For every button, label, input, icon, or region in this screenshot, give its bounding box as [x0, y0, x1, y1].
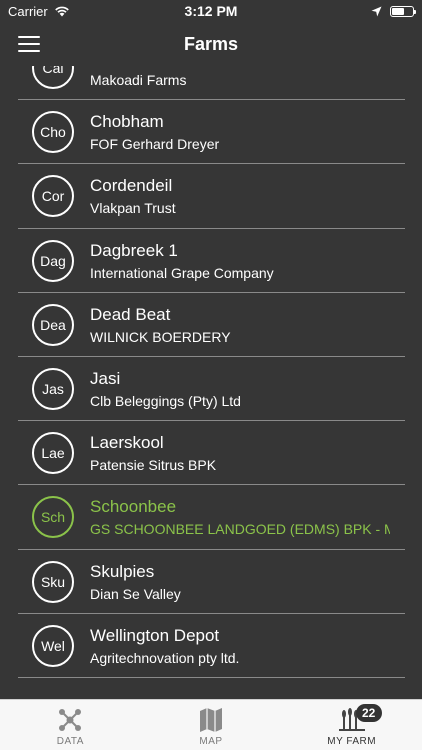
farm-row-text: Dagbreek 1 International Grape Company	[90, 241, 390, 281]
farm-name: Dead Beat	[90, 304, 171, 324]
battery-icon	[390, 5, 416, 17]
nav-bar: Farms	[0, 22, 422, 66]
farm-avatar: Sch	[32, 496, 74, 539]
farm-owner: FOF Gerhard Dreyer	[90, 136, 220, 153]
farm-row[interactable]: Sch Schoonbee GS SCHOONBEE LANDGOED (EDMS)…	[0, 485, 422, 550]
farm-name: Dagbreek 1	[90, 240, 178, 260]
farm-row-text: Jasi Clb Beleggings (Pty) Ltd	[90, 369, 390, 409]
data-network-icon	[59, 709, 82, 731]
tab-map[interactable]: MAP	[141, 700, 282, 750]
farm-name: Cordendeil	[90, 176, 173, 196]
farm-avatar: Cho	[32, 111, 74, 154]
tab-data[interactable]: DATA	[0, 700, 141, 750]
farm-avatar: Dea	[32, 303, 74, 346]
farm-row-text: Caledonia Makoadi Farms	[90, 66, 390, 88]
farm-owner: Patensie Sitrus BPK	[90, 457, 217, 474]
wifi-icon	[54, 6, 69, 17]
farm-row-text: Laerskool Patensie Sitrus BPK	[90, 433, 390, 473]
farm-avatar: Dag	[32, 239, 74, 282]
farm-row[interactable]: Cho Chobham FOF Gerhard Dreyer	[0, 100, 422, 165]
tab-bar: DATA MAP 22 MY FARM	[0, 699, 422, 750]
farm-owner: GS SCHOONBEE LANDGOED (EDMS) BPK - M	[90, 521, 390, 538]
farm-list-inner: Cal Caledonia Makoadi Farms Cho Chobham FOF G…	[0, 66, 422, 679]
farm-row[interactable]: Dag Dagbreek 1 International Grape Company	[0, 229, 422, 293]
farm-avatar: Sku	[32, 560, 74, 603]
farm-row[interactable]: Cor Cordendeil Vlakpan Trust	[0, 164, 422, 229]
farm-name: Skulpies	[90, 561, 155, 581]
farm-owner: International Grape Company	[90, 264, 274, 281]
farm-row-text: Dead Beat WILNICK BOERDERY	[90, 305, 390, 345]
status-left: Carrier	[8, 4, 70, 19]
farm-name: Wellington Depot	[90, 625, 220, 645]
farm-name: Chobham	[90, 112, 164, 132]
farm-name: Caledonia	[90, 66, 390, 68]
farm-row[interactable]: Lae Laerskool Patensie Sitrus BPK	[0, 421, 422, 486]
farm-name: Schoonbee	[90, 497, 177, 517]
location-arrow-icon	[371, 6, 382, 16]
farm-owner: Dian Se Valley	[90, 585, 181, 602]
farm-row[interactable]: Wel Wellington Depot Agritechnovation pty …	[0, 614, 422, 679]
farm-row-text: Skulpies Dian Se Valley	[90, 562, 390, 602]
tab-my-farm-badge: 22	[355, 704, 382, 722]
tab-my-farm-label: MY FARM	[327, 736, 377, 747]
farm-row-text: Chobham FOF Gerhard Dreyer	[90, 112, 390, 152]
farm-row-text: Wellington Depot Agritechnovation pty ltd…	[90, 626, 390, 666]
status-right	[371, 5, 416, 17]
farm-list[interactable]: Cal Caledonia Makoadi Farms Cho Chobham FOF G…	[0, 66, 422, 699]
map-icon	[200, 708, 222, 732]
status-bar: Carrier 3:12 PM	[0, 0, 422, 22]
farm-owner: Agritechnovation pty ltd.	[90, 649, 240, 666]
tab-map-label: MAP	[199, 736, 223, 747]
farm-owner: Makoadi Farms	[90, 72, 187, 89]
farm-avatar: Cal	[32, 66, 74, 90]
farm-avatar: Lae	[32, 432, 74, 475]
farm-name: Laerskool	[90, 433, 164, 453]
page-title: Farms	[183, 33, 239, 54]
carrier-label: Carrier	[8, 3, 48, 19]
farm-row-text: Cordendeil Vlakpan Trust	[90, 176, 390, 216]
farm-avatar: Cor	[32, 175, 74, 218]
farm-avatar: Wel	[32, 624, 74, 667]
farm-name: Jasi	[90, 369, 121, 389]
farm-avatar: Jas	[32, 368, 74, 411]
farm-row[interactable]: Sku Skulpies Dian Se Valley	[0, 550, 422, 614]
tab-data-label: DATA	[56, 736, 84, 747]
farm-owner: Vlakpan Trust	[90, 200, 176, 217]
farm-row[interactable]: Dea Dead Beat WILNICK BOERDERY	[0, 293, 422, 358]
tab-my-farm[interactable]: 22 MY FARM	[281, 700, 422, 750]
farm-row[interactable]: Jas Jasi Clb Beleggings (Pty) Ltd	[0, 357, 422, 422]
farm-row-text: Schoonbee GS SCHOONBEE LANDGOED (EDMS) BP…	[90, 497, 390, 537]
farm-row[interactable]: Cal Caledonia Makoadi Farms	[0, 66, 422, 101]
farm-owner: Clb Beleggings (Pty) Ltd	[90, 393, 241, 410]
farm-owner: WILNICK BOERDERY	[90, 328, 231, 345]
hamburger-menu-icon[interactable]	[18, 36, 40, 52]
